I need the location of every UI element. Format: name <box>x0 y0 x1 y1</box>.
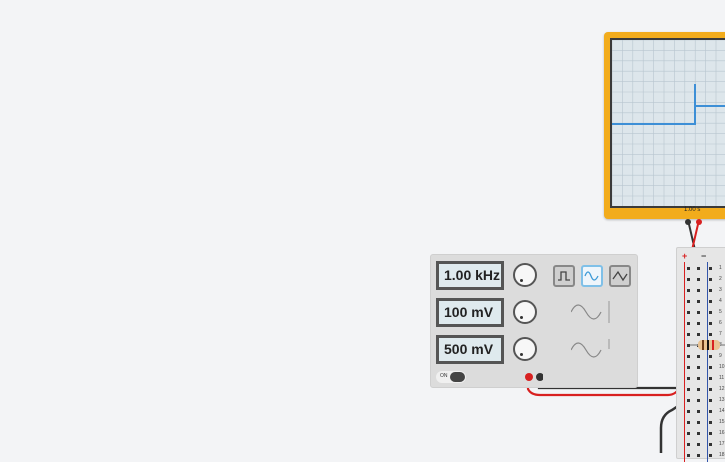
row-number: 15 <box>719 419 725 425</box>
row-number: 1 <box>719 265 722 271</box>
breadboard-hole[interactable] <box>709 366 712 369</box>
breadboard-hole[interactable] <box>709 399 712 402</box>
breadboard-hole[interactable] <box>687 454 690 457</box>
triangle-wave-icon <box>612 270 628 282</box>
row-number: 4 <box>719 298 722 304</box>
breadboard-hole[interactable] <box>687 377 690 380</box>
breadboard-hole[interactable] <box>709 289 712 292</box>
breadboard-hole[interactable] <box>687 300 690 303</box>
breadboard-hole[interactable] <box>709 355 712 358</box>
breadboard-hole[interactable] <box>709 410 712 413</box>
resistor[interactable] <box>690 338 725 352</box>
breadboard-hole[interactable] <box>687 421 690 424</box>
power-toggle[interactable] <box>450 372 465 382</box>
breadboard-hole[interactable] <box>697 410 700 413</box>
breadboard-hole[interactable] <box>697 333 700 336</box>
breadboard-hole[interactable] <box>709 454 712 457</box>
plus-rail-label: + <box>682 251 688 261</box>
row-number: 10 <box>719 364 725 370</box>
power-label: ON <box>440 373 448 379</box>
row-number: 18 <box>719 452 725 458</box>
breadboard-hole[interactable] <box>697 421 700 424</box>
breadboard-hole[interactable] <box>687 388 690 391</box>
breadboard-hole[interactable] <box>697 443 700 446</box>
breadboard-hole[interactable] <box>687 278 690 281</box>
breadboard-hole[interactable] <box>709 333 712 336</box>
frequency-display[interactable]: 1.00 kHz <box>436 261 504 290</box>
minus-rail-label: − <box>701 251 707 261</box>
breadboard-hole[interactable] <box>709 377 712 380</box>
breadboard-hole[interactable] <box>687 399 690 402</box>
breadboard-hole[interactable] <box>697 355 700 358</box>
breadboard-hole[interactable] <box>687 366 690 369</box>
negative-terminal[interactable] <box>536 373 543 381</box>
oscilloscope-screen <box>610 38 725 208</box>
breadboard-hole[interactable] <box>709 311 712 314</box>
row-number: 11 <box>719 375 725 381</box>
breadboard-hole[interactable] <box>687 322 690 325</box>
sine-wave-icon <box>584 271 599 281</box>
breadboard-hole[interactable] <box>697 278 700 281</box>
breadboard-hole[interactable] <box>697 399 700 402</box>
function-generator[interactable]: 1.00 kHz 100 mV 500 mV ON <box>430 254 638 388</box>
amplitude-knob[interactable] <box>513 300 537 324</box>
breadboard-hole[interactable] <box>709 443 712 446</box>
positive-terminal[interactable] <box>525 373 533 381</box>
row-number: 5 <box>719 309 722 315</box>
breadboard-hole[interactable] <box>697 432 700 435</box>
row-number: 2 <box>719 276 722 282</box>
breadboard-hole[interactable] <box>697 377 700 380</box>
square-wave-icon <box>558 271 570 281</box>
breadboard-hole[interactable] <box>687 355 690 358</box>
breadboard-hole[interactable] <box>687 333 690 336</box>
breadboard-hole[interactable] <box>687 443 690 446</box>
breadboard-hole[interactable] <box>697 366 700 369</box>
breadboard-hole[interactable] <box>709 267 712 270</box>
output-terminals[interactable] <box>523 369 543 381</box>
breadboard-hole[interactable] <box>697 454 700 457</box>
breadboard[interactable]: + − 123456789101112131415161718 <box>676 247 725 462</box>
breadboard-hole[interactable] <box>697 267 700 270</box>
breadboard-hole[interactable] <box>697 300 700 303</box>
offset-diagram-icon <box>571 339 610 358</box>
triangle-wave-button[interactable] <box>609 265 631 287</box>
time-per-division-label: 1.00 s <box>684 207 701 213</box>
row-number: 9 <box>719 353 722 359</box>
breadboard-hole[interactable] <box>687 311 690 314</box>
row-number: 13 <box>719 397 725 403</box>
breadboard-hole[interactable] <box>687 432 690 435</box>
dc-offset-knob[interactable] <box>513 337 537 361</box>
breadboard-hole[interactable] <box>709 278 712 281</box>
row-number: 17 <box>719 441 725 447</box>
row-number: 7 <box>719 331 722 337</box>
breadboard-hole[interactable] <box>697 289 700 292</box>
amplitude-diagram-icon <box>571 301 610 323</box>
row-number: 12 <box>719 386 725 392</box>
breadboard-hole[interactable] <box>687 410 690 413</box>
breadboard-hole[interactable] <box>697 311 700 314</box>
square-wave-button[interactable] <box>553 265 575 287</box>
breadboard-hole[interactable] <box>697 322 700 325</box>
breadboard-hole[interactable] <box>709 300 712 303</box>
sine-wave-button[interactable] <box>581 265 603 287</box>
breadboard-hole[interactable] <box>709 388 712 391</box>
oscilloscope-trace <box>612 84 725 125</box>
row-number: 16 <box>719 430 725 436</box>
row-number: 14 <box>719 408 725 414</box>
dc-offset-display[interactable]: 500 mV <box>436 335 504 364</box>
breadboard-hole[interactable] <box>687 289 690 292</box>
breadboard-hole[interactable] <box>709 432 712 435</box>
row-number: 3 <box>719 287 722 293</box>
oscilloscope[interactable]: 1.00 s <box>604 32 725 219</box>
oscilloscope-grid <box>612 40 725 206</box>
breadboard-hole[interactable] <box>709 322 712 325</box>
breadboard-hole[interactable] <box>709 421 712 424</box>
row-number: 6 <box>719 320 722 326</box>
amplitude-display[interactable]: 100 mV <box>436 298 504 327</box>
breadboard-hole[interactable] <box>697 388 700 391</box>
power-switch[interactable]: ON <box>436 371 466 383</box>
frequency-knob[interactable] <box>513 263 537 287</box>
breadboard-hole[interactable] <box>687 267 690 270</box>
